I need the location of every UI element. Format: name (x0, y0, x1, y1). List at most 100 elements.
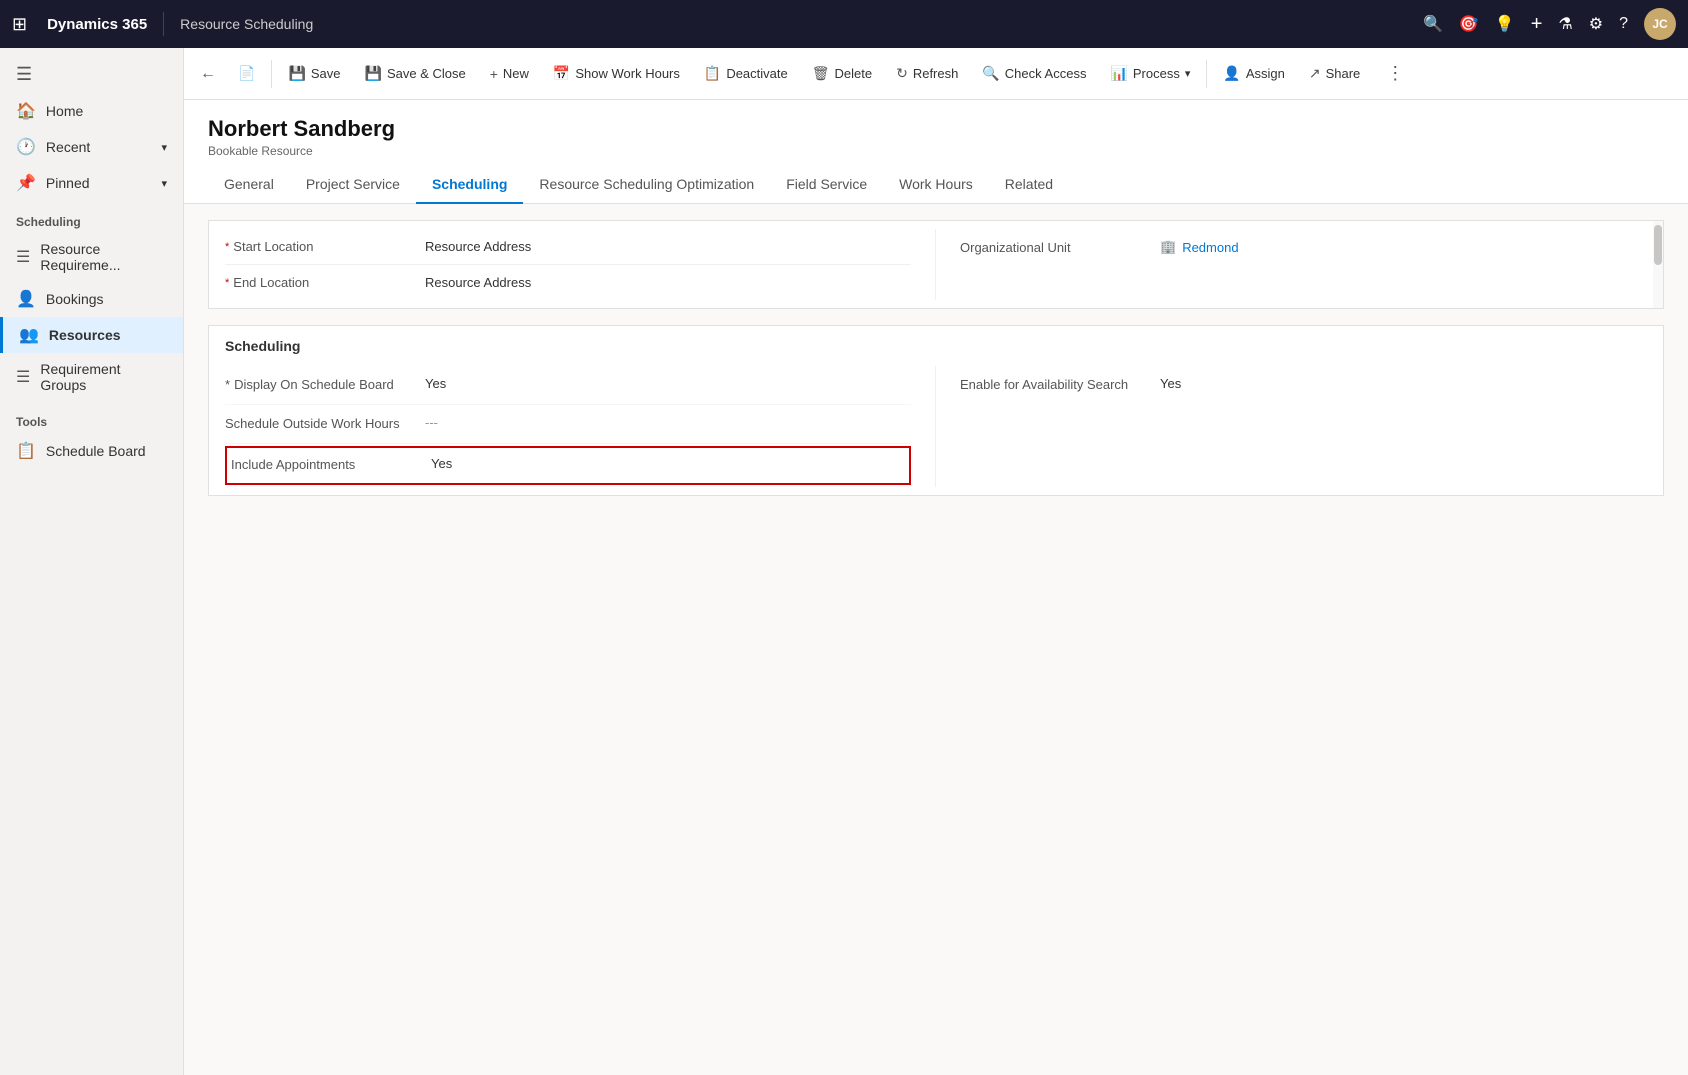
sidebar-item-pinned[interactable]: 📌 Pinned ▾ (0, 165, 183, 201)
check-access-button[interactable]: 🔍 Check Access (972, 59, 1096, 88)
main-layout: ☰ 🏠 Home 🕐 Recent ▾ 📌 Pinned ▾ Schedulin… (0, 48, 1688, 1075)
pinned-chevron-icon: ▾ (161, 177, 167, 190)
back-button[interactable]: ← (192, 59, 224, 89)
form-icon: 📄 (238, 65, 255, 82)
target-icon[interactable]: 🎯 (1459, 14, 1479, 34)
home-icon: 🏠 (16, 101, 36, 121)
tab-work-hours[interactable]: Work Hours (883, 166, 989, 204)
end-location-value: Resource Address (425, 275, 531, 290)
form-view-button[interactable]: 📄 (228, 59, 265, 88)
end-location-row: * End Location Resource Address (225, 265, 911, 300)
show-work-hours-button[interactable]: 📅 Show Work Hours (543, 59, 690, 88)
page-header: Norbert Sandberg Bookable Resource (184, 100, 1688, 158)
save-close-icon: 💾 (365, 65, 382, 82)
org-unit-row: Organizational Unit 🏢 Redmond (960, 229, 1647, 265)
sidebar-item-bookings[interactable]: 👤 Bookings (0, 281, 183, 317)
top-navigation: ⊞ Dynamics 365 Resource Scheduling 🔍 🎯 💡… (0, 0, 1688, 48)
scheduling-section: Scheduling * Display On Schedule Board Y… (208, 325, 1664, 496)
start-location-value: Resource Address (425, 239, 531, 254)
include-appointments-value: Yes (431, 456, 452, 471)
location-grid: * Start Location Resource Address * End … (225, 229, 1647, 300)
hamburger-menu-icon[interactable]: ☰ (0, 56, 183, 93)
display-schedule-board-row: * Display On Schedule Board Yes (225, 366, 911, 405)
delete-icon: 🗑 (812, 65, 830, 82)
org-unit-value[interactable]: 🏢 Redmond (1160, 239, 1239, 255)
main-content: ← 📄 💾 Save 💾 Save & Close + New 📅 Show W… (184, 48, 1688, 1075)
toolbar: ← 📄 💾 Save 💾 Save & Close + New 📅 Show W… (184, 48, 1688, 100)
save-close-button[interactable]: 💾 Save & Close (355, 59, 476, 88)
schedule-board-icon: 📋 (16, 441, 36, 461)
save-icon: 💾 (288, 65, 305, 82)
location-section: * Start Location Resource Address * End … (208, 220, 1664, 309)
new-label: New (503, 66, 529, 81)
include-appointments-row: Include Appointments Yes (225, 446, 911, 484)
save-label: Save (311, 66, 341, 81)
scheduling-section-title: Scheduling (209, 326, 1663, 366)
sidebar-recent-label: Recent (46, 139, 90, 155)
refresh-button[interactable]: ↻ Refresh (886, 59, 968, 88)
filter-icon[interactable]: ⚗ (1558, 14, 1572, 34)
sidebar-bookings-label: Bookings (46, 291, 104, 307)
start-location-row: * Start Location Resource Address (225, 229, 911, 265)
sidebar-requirement-groups-label: Requirement Groups (40, 361, 167, 393)
check-access-label: Check Access (1005, 66, 1087, 81)
app-name: Resource Scheduling (180, 16, 313, 32)
sidebar-item-resource-requirements[interactable]: ☰ Resource Requireme... (0, 233, 183, 281)
page-title: Norbert Sandberg (208, 116, 1664, 142)
delete-label: Delete (835, 66, 873, 81)
tab-field-service[interactable]: Field Service (770, 166, 883, 204)
new-button[interactable]: + New (480, 60, 539, 88)
lightbulb-icon[interactable]: 💡 (1495, 14, 1515, 34)
end-location-required: * (225, 277, 229, 289)
calendar-icon: 📅 (553, 65, 570, 82)
sidebar-item-home[interactable]: 🏠 Home (0, 93, 183, 129)
display-schedule-board-label: * Display On Schedule Board (225, 376, 425, 394)
avatar[interactable]: JC (1644, 8, 1676, 40)
display-required: * (225, 376, 230, 394)
share-button[interactable]: ↗ Share (1299, 59, 1370, 88)
deactivate-label: Deactivate (726, 66, 787, 81)
app-grid-icon[interactable]: ⊞ (12, 14, 27, 35)
deactivate-icon: 📋 (704, 65, 721, 82)
org-unit-icon: 🏢 (1160, 239, 1176, 255)
add-icon[interactable]: + (1531, 13, 1543, 36)
share-icon: ↗ (1309, 65, 1321, 82)
new-icon: + (490, 66, 498, 82)
sidebar: ☰ 🏠 Home 🕐 Recent ▾ 📌 Pinned ▾ Schedulin… (0, 48, 184, 1075)
process-label: Process (1133, 66, 1180, 81)
sidebar-item-requirement-groups[interactable]: ☰ Requirement Groups (0, 353, 183, 401)
toolbar-divider-2 (1206, 60, 1207, 88)
include-appointments-label: Include Appointments (231, 456, 431, 474)
save-button[interactable]: 💾 Save (278, 59, 350, 88)
enable-availability-value: Yes (1160, 376, 1181, 391)
pin-icon: 📌 (16, 173, 36, 193)
tab-related[interactable]: Related (989, 166, 1069, 204)
sidebar-pinned-label: Pinned (46, 175, 90, 191)
sidebar-item-resources[interactable]: 👥 Resources (0, 317, 183, 353)
tab-bar: General Project Service Scheduling Resou… (184, 166, 1688, 204)
process-button[interactable]: 📊 Process ▾ (1100, 59, 1200, 88)
settings-icon[interactable]: ⚙ (1589, 14, 1603, 34)
app-title: Dynamics 365 (47, 16, 147, 33)
sidebar-requirements-label: Resource Requireme... (40, 241, 167, 273)
recent-icon: 🕐 (16, 137, 36, 157)
sidebar-schedule-board-label: Schedule Board (46, 443, 146, 459)
help-icon[interactable]: ? (1619, 15, 1628, 33)
requirement-groups-icon: ☰ (16, 367, 30, 387)
search-icon[interactable]: 🔍 (1423, 14, 1443, 34)
delete-button[interactable]: 🗑 Delete (802, 59, 882, 88)
tab-resource-scheduling-optimization[interactable]: Resource Scheduling Optimization (523, 166, 770, 204)
schedule-outside-label: Schedule Outside Work Hours (225, 415, 425, 433)
tab-scheduling[interactable]: Scheduling (416, 166, 523, 204)
assign-button[interactable]: 👤 Assign (1213, 59, 1294, 88)
tab-project-service[interactable]: Project Service (290, 166, 416, 204)
sidebar-item-schedule-board[interactable]: 📋 Schedule Board (0, 433, 183, 469)
tab-general[interactable]: General (208, 166, 290, 204)
more-options-icon[interactable]: ⋮ (1378, 57, 1412, 90)
requirements-icon: ☰ (16, 247, 30, 267)
display-schedule-board-value: Yes (425, 376, 446, 391)
deactivate-button[interactable]: 📋 Deactivate (694, 59, 798, 88)
sidebar-item-recent[interactable]: 🕐 Recent ▾ (0, 129, 183, 165)
assign-icon: 👤 (1223, 65, 1240, 82)
scrollbar-thumb[interactable] (1654, 225, 1662, 265)
